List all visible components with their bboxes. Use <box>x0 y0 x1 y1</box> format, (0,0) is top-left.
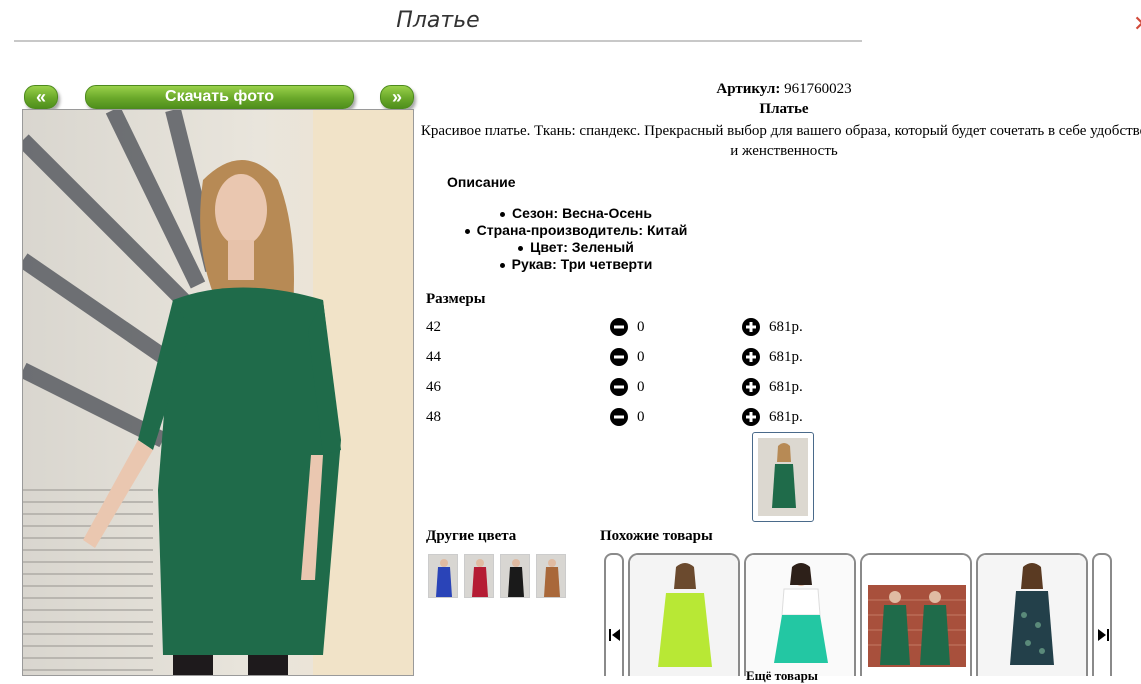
skip-previous-icon <box>609 629 620 641</box>
bullet-icon <box>518 245 524 251</box>
color-swatch-brown[interactable] <box>536 554 566 598</box>
color-swatch-blue[interactable] <box>428 554 458 598</box>
next-photo-button[interactable]: » <box>380 85 414 109</box>
prev-photo-button[interactable]: « <box>24 85 58 109</box>
product-photo-illustration <box>23 110 413 675</box>
bullet-icon <box>464 228 470 234</box>
sku-line: Артикул: 961760023 <box>420 81 1141 98</box>
properties-list: Сезон: Весна-Осень Страна-производитель:… <box>426 205 726 273</box>
product-name: Платье <box>759 101 809 117</box>
product-photo[interactable] <box>22 109 414 676</box>
similar-product-card[interactable] <box>860 553 972 676</box>
size-row: 44 0 681р. <box>426 347 826 371</box>
quantity-value: 0 <box>637 349 645 365</box>
plus-circle-icon[interactable] <box>742 378 760 396</box>
similar-product-image <box>746 555 854 676</box>
color-swatch-red[interactable] <box>464 554 494 598</box>
size-label: 44 <box>426 349 441 365</box>
similar-product-card[interactable] <box>976 553 1088 676</box>
quantity-value: 0 <box>637 409 645 425</box>
similar-product-image <box>978 555 1086 676</box>
sku-value: 961760023 <box>784 81 852 97</box>
sku-label: Артикул: <box>716 81 781 97</box>
close-icon[interactable]: ✕ <box>1133 12 1141 37</box>
property-item: Цвет: Зеленый <box>426 239 726 256</box>
similar-products-title: Похожие товары <box>600 528 713 544</box>
bullet-icon <box>499 262 505 268</box>
carousel-next-button[interactable] <box>1092 553 1112 676</box>
size-price: 681р. <box>769 409 803 425</box>
skip-next-icon <box>1098 629 1109 641</box>
minus-circle-icon[interactable] <box>610 318 628 336</box>
plus-circle-icon[interactable] <box>742 348 760 366</box>
size-price: 681р. <box>769 379 803 395</box>
property-text: Страна-производитель: Китай <box>476 222 688 238</box>
color-swatch-black[interactable] <box>500 554 530 598</box>
plus-circle-icon[interactable] <box>742 318 760 336</box>
thumbnail-image <box>758 438 808 516</box>
page-title: Платье <box>14 8 862 42</box>
quantity-value: 0 <box>637 319 645 335</box>
size-row: 48 0 681р. <box>426 407 826 431</box>
property-item: Страна-производитель: Китай <box>426 222 726 239</box>
product-description: Красивое платье. Ткань: спандекс. Прекра… <box>420 123 1141 159</box>
bullet-icon <box>500 211 505 217</box>
description-heading: Описание <box>447 174 516 190</box>
other-colors-title: Другие цвета <box>426 528 517 544</box>
size-label: 46 <box>426 379 441 395</box>
similar-product-image <box>862 555 970 676</box>
quantity-value: 0 <box>637 379 645 395</box>
plus-circle-icon[interactable] <box>742 408 760 426</box>
sizes-title: Размеры <box>426 291 486 307</box>
photo-thumbnail[interactable] <box>752 432 814 522</box>
property-item: Сезон: Весна-Осень <box>426 205 726 222</box>
carousel-prev-button[interactable] <box>604 553 624 676</box>
property-item: Рукав: Три четверти <box>426 256 726 273</box>
size-price: 681р. <box>769 319 803 335</box>
size-label: 42 <box>426 319 441 335</box>
size-row: 46 0 681р. <box>426 377 826 401</box>
property-text: Рукав: Три четверти <box>511 256 653 272</box>
swatch-image <box>537 555 565 597</box>
property-text: Сезон: Весна-Осень <box>512 205 652 221</box>
minus-circle-icon[interactable] <box>610 408 628 426</box>
swatch-image <box>465 555 493 597</box>
size-price: 681р. <box>769 349 803 365</box>
property-text: Цвет: Зеленый <box>530 239 634 255</box>
similar-product-image <box>630 555 738 676</box>
similar-product-card[interactable] <box>744 553 856 676</box>
swatch-image <box>429 555 457 597</box>
similar-product-card[interactable] <box>628 553 740 676</box>
size-row: 42 0 681р. <box>426 317 826 341</box>
more-products-link[interactable]: Ещё товары <box>746 668 818 684</box>
download-photo-button[interactable]: Скачать фото <box>85 85 354 109</box>
minus-circle-icon[interactable] <box>610 378 628 396</box>
minus-circle-icon[interactable] <box>610 348 628 366</box>
size-label: 48 <box>426 409 441 425</box>
swatch-image <box>501 555 529 597</box>
